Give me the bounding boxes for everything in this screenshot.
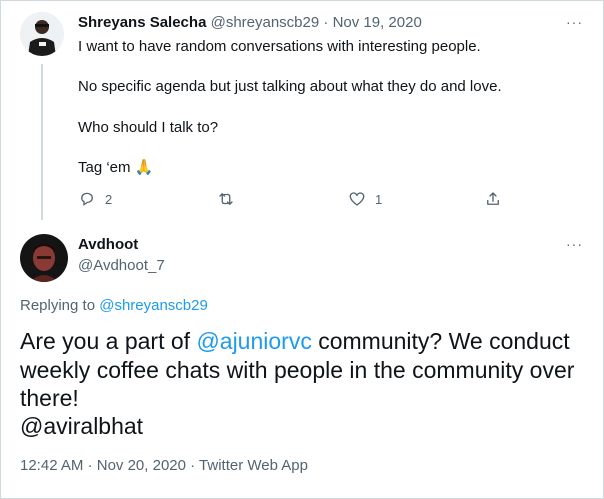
retweet-icon [219,193,233,205]
thread-connector-line [41,64,43,220]
replying-to-label: Replying to [20,297,96,314]
main-tweet-line-2: weekly coffee chats with people in the c… [20,357,575,383]
meta-separator-1: · [87,457,93,474]
share-action[interactable] [484,190,502,208]
avatar-avdhoot[interactable] [20,234,68,282]
retweet-action[interactable] [217,190,244,208]
ajuniorvc-mention-link[interactable]: @ajuniorvc [196,328,311,354]
parent-author-name[interactable]: Shreyans Salecha [78,14,206,31]
tweet-meta-line: 12:42 AM · Nov 20, 2020 · Twitter Web Ap… [20,457,308,474]
main-text-part-1: Are you a part of [20,328,197,354]
parent-date-separator: · [323,14,329,31]
avatar-shreyans[interactable] [20,12,64,56]
reply-action[interactable]: 2 [78,190,112,208]
like-count: 1 [375,191,383,207]
heart-icon [349,192,365,206]
meta-separator-2: · [190,457,196,474]
parent-tweet-tag-text: Tag ‘em [78,159,131,176]
parent-tweet-line-2: No specific agenda but just talking abou… [78,78,502,95]
reply-icon [81,192,93,206]
like-action[interactable]: 1 [348,190,382,208]
parent-tweet-line-1: I want to have random conversations with… [78,38,481,55]
parent-more-icon[interactable]: ··· [566,14,583,30]
tweet-source[interactable]: Twitter Web App [199,457,308,474]
folded-hands-emoji: 🙏 [134,159,154,176]
tweet-date[interactable]: Nov 20, 2020 [97,457,186,474]
main-author-name[interactable]: Avdhoot [78,236,138,253]
main-more-icon[interactable]: ··· [566,236,583,252]
parent-tweet-header: Shreyans Salecha @shreyanscb29 · Nov 19,… [78,14,422,31]
main-tweet-line-1: Are you a part of @ajuniorvc community? … [20,327,570,356]
tweet-time[interactable]: 12:42 AM [20,457,83,474]
main-tweet-line-3: there! [20,385,79,411]
parent-author-handle[interactable]: @shreyanscb29 [211,14,320,31]
parent-tweet-line-4: Tag ‘em 🙏 [78,158,153,178]
parent-tweet-line-3: Who should I talk to? [78,119,219,136]
replying-to-line: Replying to @shreyanscb29 [20,297,208,314]
share-icon [487,192,499,205]
parent-tweet-date[interactable]: Nov 19, 2020 [333,14,422,31]
reply-count: 2 [105,191,113,207]
replying-to-handle-link[interactable]: @shreyanscb29 [99,297,208,314]
aviralbhat-mention-link[interactable]: @aviralbhat [20,412,143,441]
main-text-part-2: community? We conduct [311,328,570,354]
main-author-handle[interactable]: @Avdhoot_7 [78,257,165,274]
